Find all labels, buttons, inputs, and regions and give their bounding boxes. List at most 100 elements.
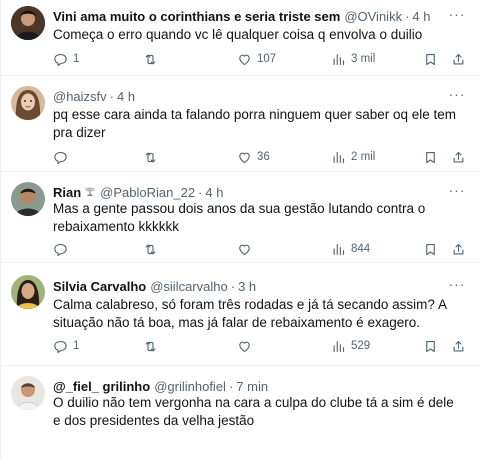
- heart-icon: [239, 341, 250, 352]
- share-button[interactable]: [451, 50, 466, 68]
- more-icon[interactable]: ···: [448, 7, 466, 25]
- more-icon[interactable]: ···: [448, 183, 466, 201]
- like-button[interactable]: [237, 240, 257, 258]
- reply-count: 1: [73, 53, 80, 65]
- views-icon: [333, 340, 345, 352]
- heart-icon: [239, 54, 250, 65]
- tweet[interactable]: Vini ama muito o corinthians e seria tri…: [1, 0, 479, 76]
- tweet-text: O duilio não tem vergonha na cara a culp…: [53, 395, 454, 428]
- trophy-icon: [85, 187, 95, 196]
- timestamp[interactable]: 4 h: [205, 185, 223, 200]
- bookmark-button[interactable]: [423, 240, 438, 258]
- views-button[interactable]: 529: [331, 337, 370, 355]
- user-handle[interactable]: @PabloRian_22: [100, 185, 195, 200]
- share-icon: [453, 243, 464, 254]
- tweet-header: Rian @PabloRian_22 · 4 h: [53, 183, 440, 201]
- user-handle[interactable]: @grilinhofiel: [154, 379, 226, 394]
- more-icon[interactable]: ···: [448, 277, 466, 295]
- retweet-button[interactable]: [143, 50, 163, 68]
- user-handle[interactable]: @haizsfv: [53, 89, 107, 104]
- avatar[interactable]: [11, 86, 45, 120]
- tweet[interactable]: @_fiel_ grilinho @grilinhofiel · 7 min O…: [1, 366, 479, 459]
- separator: ·: [405, 8, 410, 24]
- bookmark-icon: [426, 151, 435, 163]
- views-icon: [333, 243, 345, 255]
- view-count: 2 mil: [351, 151, 376, 163]
- retweet-icon: [145, 244, 156, 254]
- view-count: 844: [351, 243, 371, 255]
- reply-button[interactable]: 1: [53, 337, 79, 355]
- reply-icon: [54, 151, 67, 164]
- tweet-header: Silvia Carvalho @siilcarvalho · 3 h: [53, 277, 440, 295]
- views-icon: [333, 53, 345, 65]
- bookmark-button[interactable]: [423, 337, 438, 355]
- tweet-actions: 844: [53, 240, 466, 258]
- views-icon: [333, 151, 345, 163]
- avatar[interactable]: [11, 182, 45, 216]
- tweet[interactable]: Silvia Carvalho @siilcarvalho · 3 h ··· …: [1, 263, 479, 366]
- like-button[interactable]: 36: [237, 148, 270, 166]
- display-name[interactable]: @_fiel_ grilinho: [53, 379, 150, 394]
- tweet-actions: 1 107 3 mil: [53, 50, 466, 68]
- reply-icon: [54, 53, 67, 66]
- heart-icon: [239, 244, 250, 255]
- retweet-icon: [145, 341, 156, 351]
- reply-button[interactable]: [53, 148, 73, 166]
- retweet-button[interactable]: [143, 148, 163, 166]
- avatar[interactable]: [11, 275, 45, 309]
- timestamp[interactable]: 4 h: [117, 89, 135, 104]
- view-count: 3 mil: [351, 53, 376, 65]
- share-button[interactable]: [451, 148, 466, 166]
- reply-button[interactable]: 1: [53, 50, 79, 68]
- timestamp[interactable]: 7 min: [236, 379, 268, 394]
- tweet-header: Vini ama muito o corinthians e seria tri…: [53, 7, 440, 25]
- tweet-actions: 36 2 mil: [53, 148, 466, 166]
- tweet-actions: 1 529: [53, 337, 466, 355]
- replies-feed: Vini ama muito o corinthians e seria tri…: [0, 0, 479, 459]
- tweet-header: @_fiel_ grilinho @grilinhofiel · 7 min: [53, 377, 440, 395]
- reply-icon: [54, 340, 67, 353]
- bookmark-icon: [426, 340, 435, 352]
- bookmark-icon: [426, 53, 435, 65]
- retweet-button[interactable]: [143, 337, 163, 355]
- share-button[interactable]: [451, 337, 466, 355]
- tweet-text: pq esse cara ainda ta falando porra ning…: [53, 107, 457, 140]
- avatar[interactable]: [11, 376, 45, 410]
- separator: ·: [230, 278, 236, 294]
- views-button[interactable]: 844: [331, 240, 370, 258]
- share-icon: [453, 340, 464, 351]
- reply-count: 1: [73, 340, 80, 352]
- view-count: 529: [351, 340, 371, 352]
- user-handle[interactable]: @siilcarvalho: [150, 279, 228, 294]
- bookmark-button[interactable]: [423, 148, 438, 166]
- like-count: 36: [257, 151, 270, 163]
- bookmark-button[interactable]: [423, 50, 438, 68]
- timestamp[interactable]: 3 h: [238, 279, 256, 294]
- reply-button[interactable]: [53, 240, 73, 258]
- tweet-text: Calma calabreso, só foram três rodadas e…: [53, 297, 447, 330]
- display-name[interactable]: Silvia Carvalho: [53, 279, 146, 294]
- tweet-text: Começa o erro quando vc lê qualquer cois…: [53, 27, 423, 42]
- avatar[interactable]: [11, 6, 45, 40]
- like-button[interactable]: 107: [237, 50, 276, 68]
- share-icon: [453, 53, 464, 64]
- timestamp[interactable]: 4 h: [412, 9, 430, 24]
- views-button[interactable]: 3 mil: [331, 50, 375, 68]
- tweet-header: @haizsfv · 4 h: [53, 87, 440, 105]
- user-handle[interactable]: @OVinikk: [344, 9, 402, 24]
- retweet-icon: [145, 54, 156, 64]
- display-name[interactable]: Vini ama muito o corinthians e seria tri…: [53, 9, 340, 24]
- views-button[interactable]: 2 mil: [331, 148, 375, 166]
- retweet-icon: [145, 152, 156, 162]
- separator: ·: [228, 378, 234, 394]
- display-name[interactable]: Rian: [53, 185, 81, 200]
- retweet-button[interactable]: [143, 240, 163, 258]
- share-button[interactable]: [451, 240, 466, 258]
- like-button[interactable]: [237, 337, 257, 355]
- reply-icon: [54, 243, 67, 256]
- tweet[interactable]: Rian @PabloRian_22 · 4 h ··· Mas a gente…: [1, 172, 479, 263]
- share-icon: [453, 151, 464, 162]
- more-icon[interactable]: ···: [448, 87, 466, 105]
- tweet-text: Mas a gente passou dois anos da sua gest…: [53, 201, 426, 234]
- tweet[interactable]: @haizsfv · 4 h ··· pq esse cara ainda ta…: [1, 76, 479, 172]
